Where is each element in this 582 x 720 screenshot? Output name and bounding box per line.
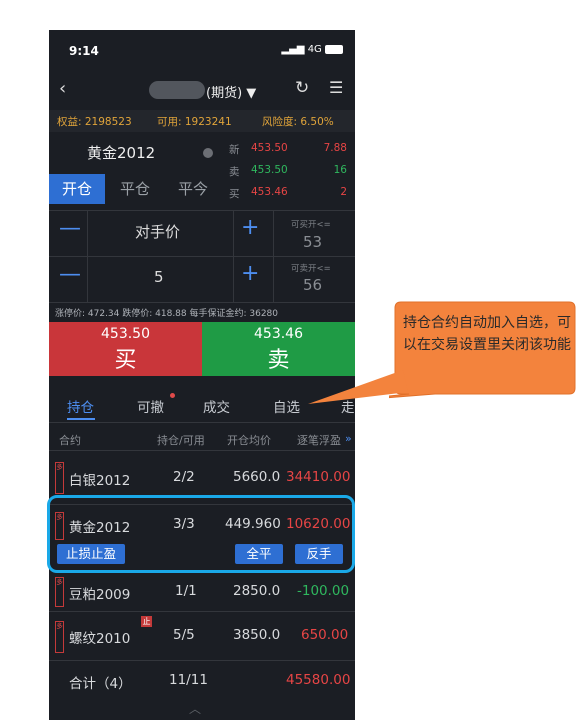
divider: [49, 660, 355, 661]
total-position: 11/11: [169, 672, 208, 688]
column-header-contract: 合约: [59, 434, 81, 447]
table-row[interactable]: 多 豆粕2009 1/1 2850.0 -100.00: [49, 573, 355, 613]
max-buy-label: 可买开<=: [291, 220, 331, 230]
long-tag: 多: [55, 621, 64, 653]
divider: [49, 450, 355, 451]
chevron-right-icon[interactable]: »: [345, 432, 352, 445]
row-pnl: 650.00: [301, 627, 349, 643]
column-header-pnl: 逐笔浮盈: [297, 434, 341, 447]
divider: [49, 611, 355, 612]
table-row[interactable]: 多 螺纹2010 止 5/5 3850.0 650.00: [49, 613, 355, 661]
tab-open[interactable]: 开仓: [49, 174, 105, 204]
long-tag: 多: [55, 577, 64, 607]
account-name-blurred: [149, 81, 205, 99]
max-buy-value: 53: [303, 233, 323, 251]
quote-label-bid: 买: [229, 188, 240, 200]
page-title[interactable]: (期货) ▼: [206, 82, 256, 101]
divider: [49, 422, 355, 423]
price-plus-button[interactable]: +: [241, 215, 259, 240]
quantity-minus-button[interactable]: —: [59, 262, 81, 287]
available-text: 可用: 1923241: [157, 116, 232, 128]
status-time: 9:14: [69, 44, 99, 58]
status-bar: 9:14 ▂▄▆ 4G: [49, 30, 355, 68]
quote-value-ask: 16: [333, 164, 347, 176]
long-tag: 多: [55, 462, 64, 494]
highlight-outline: [47, 495, 355, 573]
tab-close-today[interactable]: 平今: [165, 174, 221, 204]
total-label: 合计（4）: [69, 676, 132, 692]
contract-name[interactable]: 黄金2012: [87, 142, 155, 163]
price-limits: 涨停价: 472.34 跌停价: 418.88 每手保证金约: 36280: [55, 309, 279, 319]
row-contract: 螺纹2010: [69, 631, 131, 647]
row-avg-price: 5660.0: [233, 469, 281, 485]
tab-close[interactable]: 平仓: [107, 174, 163, 204]
tab-watchlist[interactable]: 自选: [273, 396, 300, 416]
tab-cancelable[interactable]: 可撤: [137, 396, 164, 416]
row-contract: 豆粕2009: [69, 587, 131, 603]
max-sell-label: 可卖开<=: [291, 264, 331, 274]
account-summary: 权益: 2198523 可用: 1923241 风险度: 6.50%: [49, 110, 355, 132]
buy-button[interactable]: 453.50 买: [49, 322, 202, 376]
row-pnl: 34410.00: [286, 469, 351, 485]
equity-text: 权益: 2198523: [57, 116, 132, 128]
quote-price-bid: 453.46: [251, 186, 288, 198]
quote-price-ask: 453.50: [251, 164, 288, 176]
stop-order-badge: 止: [141, 616, 152, 627]
row-position: 5/5: [173, 627, 195, 643]
active-tab-indicator: [67, 418, 95, 420]
column-header-position: 持仓/可用: [157, 434, 205, 447]
row-avg-price: 3850.0: [233, 627, 281, 643]
column-header-avg-price: 开仓均价: [227, 434, 271, 447]
quote-label-ask: 卖: [229, 166, 240, 178]
divider: [49, 256, 355, 257]
nav-bar: ‹ (期货) ▼ ↻ ☰: [49, 72, 355, 108]
risk-text: 风险度: 6.50%: [262, 116, 334, 128]
callout-text: 持仓合约自动加入自选，可以在交易设置里关闭该功能: [403, 315, 571, 353]
quote-value-last: 7.88: [323, 142, 347, 154]
chevron-up-icon[interactable]: ︿: [189, 700, 201, 717]
row-contract: 白银2012: [69, 473, 131, 489]
back-icon[interactable]: ‹: [59, 78, 66, 99]
divider: [49, 210, 355, 211]
quote-label-last: 新: [229, 144, 240, 156]
row-position: 2/2: [173, 469, 195, 485]
menu-icon[interactable]: ☰: [329, 78, 343, 97]
price-minus-button[interactable]: —: [59, 216, 81, 241]
signal-indicator: ▂▄▆ 4G: [281, 44, 343, 55]
order-type-tabs: 开仓 平仓 平今: [49, 174, 224, 204]
row-avg-price: 2850.0: [233, 583, 281, 599]
price-mode[interactable]: 对手价: [135, 221, 180, 242]
total-row: 合计（4） 11/11 45580.00: [49, 662, 355, 702]
total-pnl: 45580.00: [286, 672, 351, 688]
refresh-icon[interactable]: ↻: [295, 78, 309, 98]
quantity-input[interactable]: 5: [154, 268, 164, 286]
row-pnl: -100.00: [297, 583, 350, 599]
max-sell-value: 56: [303, 276, 323, 294]
battery-icon: [325, 44, 343, 54]
buy-price: 453.50: [101, 326, 150, 342]
quote-value-bid: 2: [340, 186, 347, 198]
quote-price-last: 453.50: [251, 142, 288, 154]
callout-pointer: [308, 370, 408, 404]
network-label: 4G: [307, 44, 322, 55]
quantity-plus-button[interactable]: +: [241, 261, 259, 286]
tab-trades[interactable]: 成交: [203, 396, 230, 416]
tab-positions[interactable]: 持仓: [67, 396, 94, 416]
contract-indicator-icon: [203, 148, 213, 158]
notification-dot: [170, 393, 175, 398]
row-position: 1/1: [175, 583, 197, 599]
quote-panel: 新 453.50 7.88 卖 453.50 16 买 453.46 2: [225, 138, 355, 202]
signal-bars-icon: ▂▄▆: [281, 44, 305, 55]
buy-label: 买: [114, 348, 137, 373]
